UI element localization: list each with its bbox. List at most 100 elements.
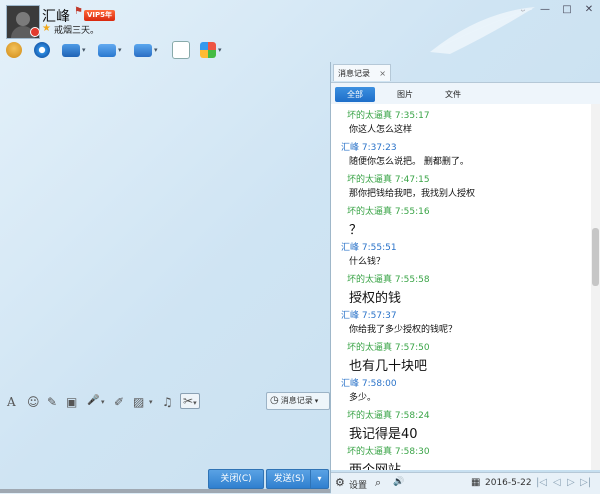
search-icon[interactable]: ⌕	[375, 476, 381, 490]
screen-share-icon	[134, 43, 152, 57]
message-text: 什么钱？	[349, 257, 386, 267]
message-header: 坏的太逼真 7:58:24	[347, 408, 430, 421]
music-icon[interactable]: ♫	[162, 395, 173, 409]
close-window-button[interactable]: ✕	[580, 3, 598, 17]
chat-toolbar: ▾ ▾ ▾ ▾	[6, 40, 236, 60]
next-page-icon[interactable]: ▷	[567, 477, 575, 488]
message-time: 7:55:16	[394, 207, 430, 217]
monitor-icon	[62, 43, 80, 57]
message-sender[interactable]: 坏的太逼真	[347, 207, 392, 217]
settings-label[interactable]: 设置	[349, 478, 367, 491]
filter-files[interactable]: 文件	[433, 87, 473, 102]
voice-call-button[interactable]	[6, 40, 22, 60]
message-header: 汇峰 7:58:00	[341, 376, 397, 389]
message-time: 7:58:30	[394, 447, 430, 457]
send-file-button[interactable]: ▾	[98, 40, 122, 60]
message-text: 两个网站	[349, 459, 401, 470]
settings-gear-icon[interactable]: ⚙	[335, 476, 345, 489]
taskbar-strip	[0, 489, 330, 493]
message-time: 7:55:58	[394, 275, 430, 285]
message-text: 多少。	[349, 393, 377, 403]
dropdown-caret-icon[interactable]: ▾	[149, 398, 153, 406]
emoji-icon[interactable]: ☺	[27, 395, 40, 409]
first-page-icon[interactable]: |◁	[536, 477, 547, 488]
message-time: 7:35:17	[394, 111, 430, 121]
dropdown-caret-icon: ▾	[154, 46, 158, 54]
message-sender[interactable]: 坏的太逼真	[347, 275, 392, 285]
dropdown-caret-icon[interactable]: ▾	[101, 398, 105, 406]
message-time: 7:58:00	[361, 379, 397, 389]
message-text: 你给我了多少授权的钱呢？	[349, 325, 458, 335]
message-header: 汇峰 7:57:37	[341, 308, 397, 321]
message-time: 7:57:50	[394, 343, 430, 353]
dropdown-caret-icon: ▾	[218, 46, 222, 54]
screenshot-icon[interactable]: ▣	[66, 395, 77, 409]
remote-desktop-button[interactable]: ▾	[62, 40, 86, 60]
dropdown-caret-icon: ▾	[193, 399, 197, 407]
dropdown-caret-icon: ▾	[82, 46, 86, 54]
send-button[interactable]: 发送(S)	[266, 469, 311, 489]
magic-wand-icon[interactable]: ✎	[47, 395, 57, 409]
voice-message-icon[interactable]: 🎤	[87, 395, 99, 406]
video-call-button[interactable]	[34, 40, 50, 60]
message-header: 坏的太逼真 7:57:50	[347, 340, 430, 353]
scrollbar-thumb[interactable]	[592, 228, 599, 286]
message-header: 坏的太逼真 7:55:58	[347, 272, 430, 285]
tab-close-icon[interactable]: ×	[379, 65, 386, 82]
history-scrollbar[interactable]	[591, 104, 600, 470]
create-group-button[interactable]	[172, 40, 190, 60]
message-text: 你这人怎么这样	[349, 125, 413, 135]
chat-add-icon	[172, 41, 190, 59]
message-sender[interactable]: 汇峰	[341, 143, 359, 153]
message-sender[interactable]: 坏的太逼真	[347, 343, 392, 353]
message-history-button[interactable]: ◷ 消息记录 ▾	[266, 392, 330, 410]
message-time: 7:37:23	[361, 143, 397, 153]
edit-icon[interactable]: ✐	[114, 395, 124, 409]
filter-all[interactable]: 全部	[335, 87, 375, 102]
microphone-icon	[6, 42, 22, 58]
dropdown-caret-icon: ▾	[314, 397, 319, 405]
chat-message-area[interactable]	[0, 62, 330, 392]
history-date[interactable]: 2016-5-22	[485, 478, 532, 488]
message-header: 坏的太逼真 7:55:16	[347, 204, 430, 217]
vip-badge[interactable]: VIP5年	[84, 10, 116, 21]
message-sender[interactable]: 汇峰	[341, 243, 359, 253]
message-sender[interactable]: 坏的太逼真	[347, 411, 392, 421]
maximize-window-button[interactable]: □	[558, 3, 576, 17]
message-history-label: 消息记录	[280, 396, 313, 405]
message-time: 7:58:24	[394, 411, 430, 421]
apps-button[interactable]: ▾	[200, 40, 222, 60]
calendar-icon[interactable]: ▦	[471, 477, 480, 488]
webcam-icon	[34, 42, 50, 58]
message-history-list[interactable]: 坏的太逼真 7:35:17 你这人怎么这样汇峰 7:37:23 随便你怎么说把。 删…	[331, 104, 591, 470]
speaker-icon[interactable]: 🔊	[393, 477, 404, 487]
contact-signature: 戒烟三天。	[54, 26, 100, 36]
clock-icon: ◷	[270, 395, 279, 406]
vip-crown-icon: ⚑	[74, 6, 83, 17]
font-icon[interactable]: A	[7, 395, 16, 409]
message-input[interactable]	[0, 414, 330, 466]
message-sender[interactable]: 坏的太逼真	[347, 111, 392, 121]
send-options-button[interactable]: ▾	[310, 469, 329, 489]
message-sender[interactable]: 坏的太逼真	[347, 447, 392, 457]
message-header: 坏的太逼真 7:58:30	[347, 444, 430, 457]
tab-title: 消息记录	[338, 69, 370, 78]
prev-page-icon[interactable]: ◁	[553, 477, 561, 488]
close-button[interactable]: 关闭(C)	[208, 469, 264, 489]
message-text: 我记得是40	[349, 427, 418, 442]
message-text: 也有几十块吧	[349, 359, 428, 374]
message-sender[interactable]: 汇峰	[341, 311, 359, 321]
message-sender[interactable]: 坏的太逼真	[347, 175, 392, 185]
message-time: 7:47:15	[394, 175, 430, 185]
star-icon: ★	[42, 23, 51, 34]
image-icon[interactable]: ▨	[133, 395, 144, 409]
scissors-screenshot-button[interactable]: ✂▾	[180, 393, 200, 409]
scissors-icon: ✂	[183, 394, 194, 408]
last-page-icon[interactable]: ▷|	[580, 477, 591, 488]
tab-message-history[interactable]: 消息记录 ×	[333, 64, 391, 81]
folder-send-icon	[98, 43, 116, 57]
share-screen-button[interactable]: ▾	[134, 40, 158, 60]
filter-images[interactable]: 图片	[385, 87, 425, 102]
message-text: 随便你怎么说把。 删都删了。	[349, 157, 469, 167]
message-sender[interactable]: 汇峰	[341, 379, 359, 389]
